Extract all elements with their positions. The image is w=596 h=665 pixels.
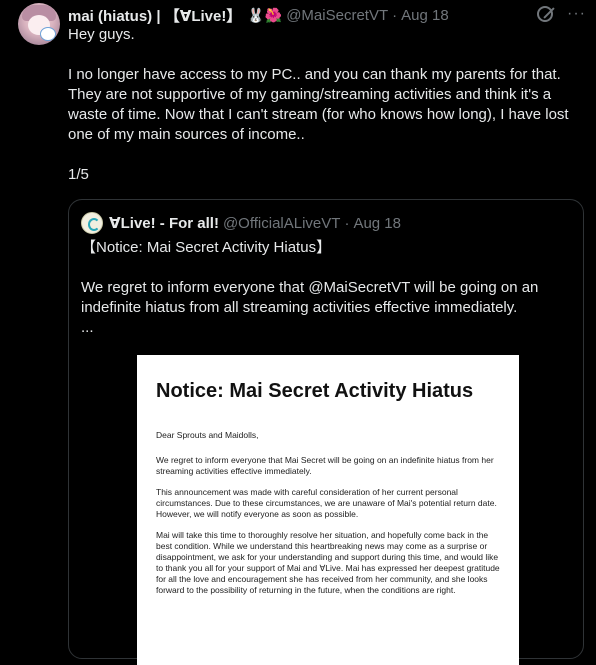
author-avatar[interactable] <box>18 3 60 45</box>
tweet-text: Hey guys. I no longer have access to my … <box>68 25 583 185</box>
notice-title: Notice: Mai Secret Activity Hiatus <box>156 380 474 402</box>
quoted-author-handle: @OfficialALiveVT <box>222 214 341 232</box>
tweet-paragraph: 1/5 <box>68 166 89 183</box>
quoted-tweet-text: 【Notice: Mai Secret Activity Hiatus】 We … <box>81 238 561 338</box>
quoted-tweet[interactable]: ∀Live! - For all! @OfficialALiveVT · Aug… <box>68 199 584 665</box>
author-name[interactable]: mai (hiatus) | 【∀Live!】 <box>68 5 241 26</box>
quoted-title-line: 【Notice: Mai Secret Activity Hiatus】 <box>81 239 332 256</box>
author-handle[interactable]: @MaiSecretVT <box>286 7 388 24</box>
avatar-mascot <box>40 27 56 41</box>
notice-image[interactable]: Notice: Mai Secret Activity Hiatus Dear … <box>137 355 519 665</box>
quoted-author-name: ∀Live! - For all! <box>109 215 219 232</box>
tweet-paragraph: Hey guys. <box>68 26 135 43</box>
quoted-tweet-header: ∀Live! - For all! @OfficialALiveVT · Aug… <box>81 212 401 234</box>
notice-paragraph: We regret to inform everyone that Mai Se… <box>156 455 494 476</box>
notice-paragraph: Mai will take this time to thoroughly re… <box>156 530 500 595</box>
header-actions: ··· <box>537 5 586 23</box>
tweet-paragraph: I no longer have access to my PC.. and y… <box>68 66 569 143</box>
notice-paragraph: This announcement was made with careful … <box>156 487 497 519</box>
quoted-body: We regret to inform everyone that @MaiSe… <box>81 279 539 316</box>
more-options-icon[interactable]: ··· <box>567 5 586 23</box>
separator-dot: · <box>392 6 398 24</box>
grok-icon[interactable] <box>537 6 554 22</box>
tweet-time[interactable]: Aug 18 <box>401 7 449 24</box>
quoted-author-avatar <box>81 212 103 234</box>
quoted-tweet-time: Aug 18 <box>353 214 401 232</box>
author-emoji: 🐰🌺 <box>247 6 283 23</box>
tweet-header: mai (hiatus) | 【∀Live!】 🐰🌺 @MaiSecretVT … <box>68 5 586 25</box>
separator-dot: · <box>344 214 350 232</box>
notice-body: Dear Sprouts and Maidolls, We regret to … <box>156 430 506 606</box>
notice-paragraph: Dear Sprouts and Maidolls, <box>156 430 259 440</box>
quoted-ellipsis: ... <box>81 319 94 336</box>
